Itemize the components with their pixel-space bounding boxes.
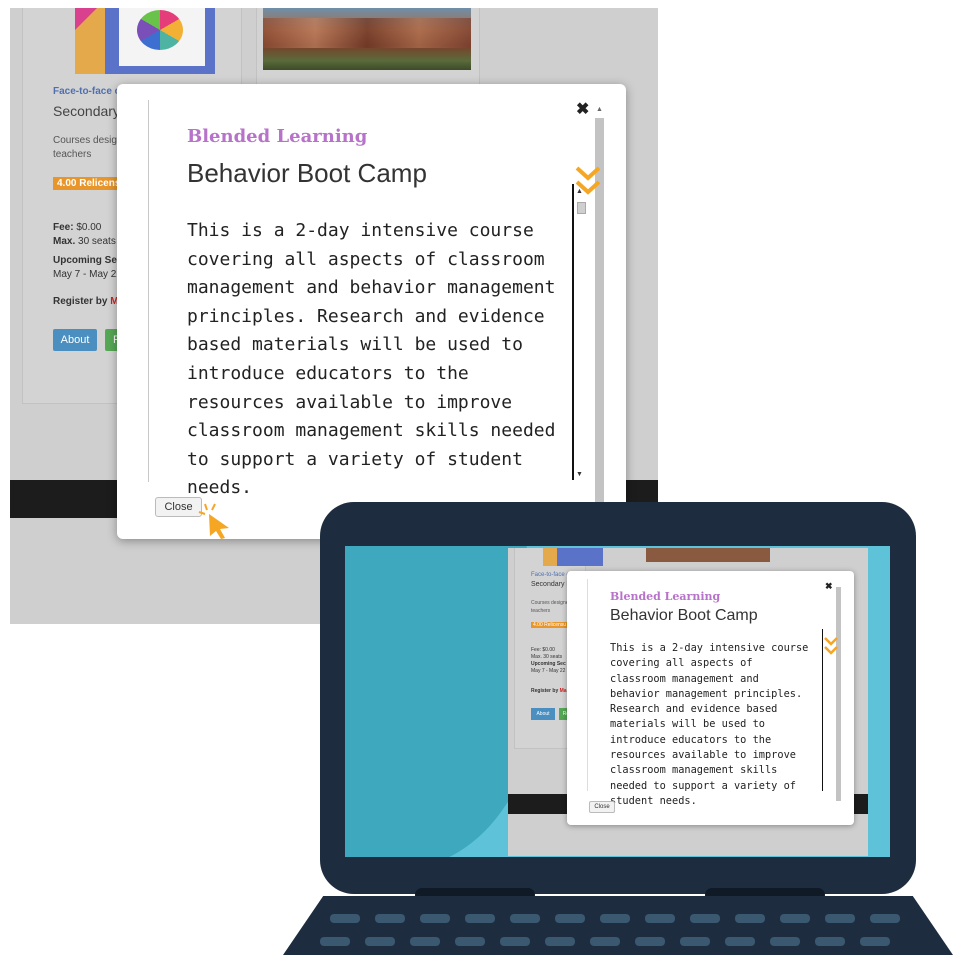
- laptop-fee: Fee: $0.00: [531, 647, 555, 653]
- description-scroll-thumb[interactable]: [577, 202, 586, 214]
- laptop-canyon-photo: [646, 548, 770, 562]
- laptop-close-icon[interactable]: ✖: [825, 581, 833, 592]
- modal-course-category: Blended Learning: [187, 126, 368, 147]
- register-by-label: Register by: [53, 296, 108, 307]
- upcoming-dates: May 7 - May 22: [53, 269, 122, 280]
- register-by: Register by Ma: [53, 296, 124, 307]
- laptop-register-by: Register by Ma: [531, 688, 567, 694]
- max-value: 30 seats: [78, 236, 116, 247]
- course-poster-image: [75, 8, 215, 74]
- laptop-credit-badge: 4.00 Relicensu: [531, 622, 569, 628]
- fee-label: Fee:: [53, 222, 74, 233]
- modal-scroll-up-icon[interactable]: ▲: [596, 106, 603, 114]
- laptop-modal-category: Blended Learning: [610, 590, 721, 603]
- description-scrollbar[interactable]: ▲ ▼: [572, 184, 587, 480]
- laptop-fee-info: Fee: $0.00 Max. 30 seats Upcoming Sec Ma…: [531, 647, 566, 675]
- canyon-photo: [263, 8, 471, 70]
- pointer-cursor-icon: [198, 503, 229, 539]
- course-fee-info: Fee: $0.00 Max. 30 seats: [53, 221, 116, 249]
- laptop-course-modal: Blended Learning Behavior Boot Camp This…: [567, 571, 854, 825]
- laptop-max: Max. 30 seats: [531, 654, 563, 660]
- laptop-register-by-label: Register by: [531, 688, 559, 694]
- laptop-double-chevron-icon: [824, 637, 838, 655]
- upcoming-sessions: Upcoming Sec May 7 - May 22: [53, 254, 122, 282]
- laptop-course-poster: [543, 548, 603, 566]
- laptop-about-button[interactable]: About: [531, 708, 555, 720]
- double-chevron-down-icon: [575, 166, 601, 195]
- laptop-upcoming-dates: May 7 - May 22: [531, 668, 566, 674]
- laptop-register-by-date: Ma: [559, 688, 567, 694]
- keyboard-keys: [320, 910, 920, 956]
- max-label: Max.: [53, 236, 76, 247]
- modal-course-description: This is a 2-day intensive course coverin…: [187, 220, 556, 499]
- close-button[interactable]: Close: [155, 497, 202, 517]
- about-button[interactable]: About: [53, 329, 97, 351]
- upcoming-label: Upcoming Sec: [53, 255, 123, 266]
- laptop-course-category[interactable]: Face-to-face c: [531, 572, 569, 578]
- laptop-modal-scrollbar[interactable]: [836, 587, 841, 801]
- modal-course-title: Behavior Boot Camp: [187, 158, 427, 188]
- close-icon[interactable]: ✖: [576, 102, 589, 118]
- laptop-close-button[interactable]: Close: [589, 801, 615, 813]
- scroll-down-arrow-icon[interactable]: ▼: [576, 471, 583, 479]
- laptop-upcoming-label: Upcoming Sec: [531, 661, 566, 667]
- course-details-modal: Blended Learning Behavior Boot Camp This…: [117, 84, 626, 539]
- laptop-modal-divider: [587, 579, 588, 791]
- modal-left-divider: [148, 100, 149, 482]
- course-category[interactable]: Face-to-face c: [53, 86, 120, 97]
- fee-value: $0.00: [76, 222, 102, 233]
- course-card-2: [256, 8, 480, 89]
- laptop-modal-description: This is a 2-day intensive course coverin…: [610, 642, 809, 807]
- laptop-modal-title: Behavior Boot Camp: [610, 607, 758, 624]
